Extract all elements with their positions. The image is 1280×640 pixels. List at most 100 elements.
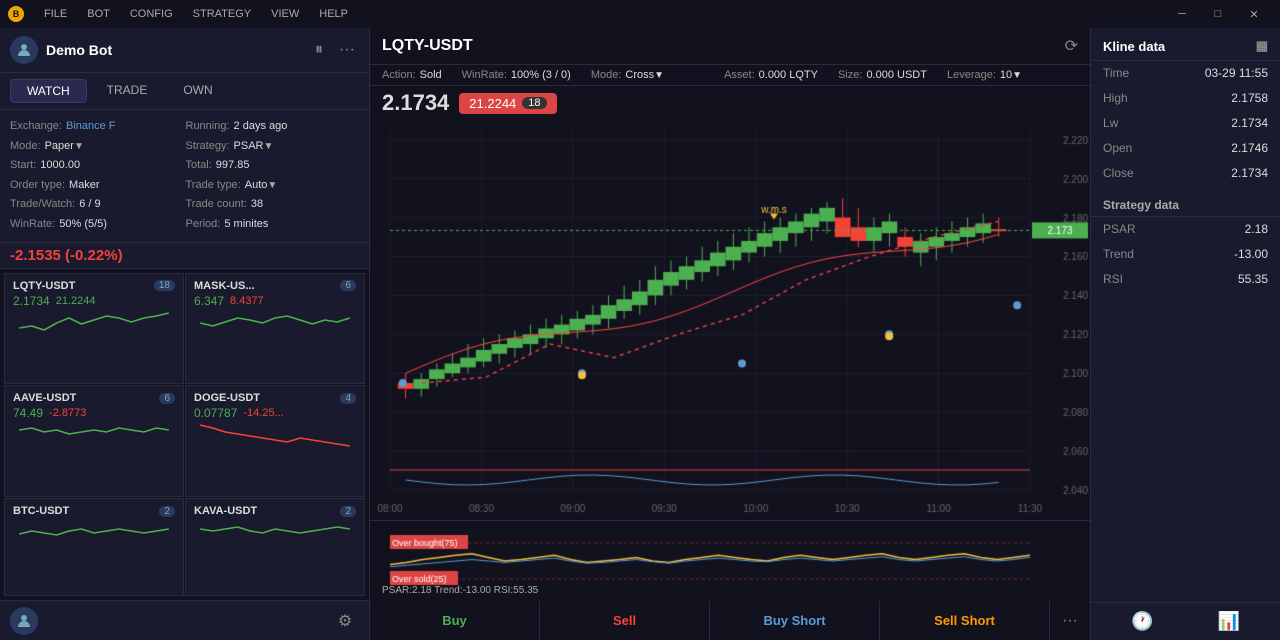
strategy-trend-value: -13.00 <box>1234 247 1268 261</box>
chart-stats: Action: Sold WinRate: 100% (3 / 0) Mode:… <box>370 65 1090 86</box>
close-value: 2.1734 <box>1231 166 1268 180</box>
more-actions-button[interactable]: ··· <box>1050 601 1090 640</box>
running-value: 2 days ago <box>234 118 288 136</box>
trade-watch-label: Trade/Watch: <box>10 196 75 214</box>
strategy-psar-value: 2.18 <box>1245 222 1268 236</box>
period-value: 5 minites <box>224 216 268 234</box>
watch-badge: 2 <box>340 506 356 517</box>
watch-symbol: AAVE-USDT <box>13 392 76 404</box>
watch-price: 6.347 <box>194 294 224 308</box>
kline-close-row: Close 2.1734 <box>1091 161 1280 186</box>
bot-header: Demo Bot ⏸ ··· <box>0 28 369 73</box>
bottom-bar: ⚙ <box>0 600 369 640</box>
settings-icon[interactable]: ⚙ <box>331 607 359 635</box>
lw-value: 2.1734 <box>1231 116 1268 130</box>
menu-bot[interactable]: BOT <box>83 6 114 22</box>
mode-label: Mode: <box>10 138 41 156</box>
chart-type-icon[interactable]: ▦ <box>1256 38 1268 54</box>
start-label: Start: <box>10 157 36 175</box>
order-type-value: Maker <box>69 177 100 195</box>
period-label: Period: <box>186 216 221 234</box>
watch-card[interactable]: KAVA-USDT 2 <box>185 498 365 596</box>
chart-winrate-label: WinRate: <box>462 69 507 81</box>
close-label: Close <box>1103 166 1134 180</box>
watch-card[interactable]: MASK-US... 6 6.347 8.4377 <box>185 273 365 385</box>
watch-card[interactable]: AAVE-USDT674.49-2.8773 <box>4 385 184 497</box>
psar-indicator: 21.2244 18 <box>459 93 556 114</box>
current-price: 2.1734 <box>382 90 449 116</box>
watch-badge: 4 <box>340 393 356 404</box>
exchange-value[interactable]: Binance F <box>66 118 116 136</box>
exchange-label: Exchange: <box>10 118 62 136</box>
start-value: 1000.00 <box>40 157 80 175</box>
price-display: 2.1734 21.2244 18 <box>370 86 1090 120</box>
sparkline <box>13 308 175 338</box>
strategy-psar-label: PSAR <box>1103 222 1136 236</box>
strategy-rsi-row: RSI 55.35 <box>1091 267 1280 292</box>
watch-card[interactable]: DOGE-USDT40.07787-14.25... <box>185 385 365 497</box>
sell-short-button[interactable]: Sell Short <box>880 601 1050 640</box>
watch-card[interactable]: BTC-USDT2 <box>4 498 184 596</box>
bot-pause-button[interactable]: ⏸ <box>311 39 327 61</box>
bot-info-grid: Exchange: Binance F Running: 2 days ago … <box>0 110 369 243</box>
tabs-bar: WATCH TRADE OWN <box>0 73 369 110</box>
close-button[interactable]: ✕ <box>1236 0 1272 28</box>
buy-short-button[interactable]: Buy Short <box>710 601 880 640</box>
order-type-label: Order type: <box>10 177 65 195</box>
tab-watch[interactable]: WATCH <box>10 79 87 103</box>
menu-help[interactable]: HELP <box>315 6 352 22</box>
menu-view[interactable]: VIEW <box>267 6 303 22</box>
tab-own[interactable]: OWN <box>167 79 228 103</box>
user-icon[interactable] <box>10 607 38 635</box>
total-label: Total: <box>186 157 212 175</box>
lw-label: Lw <box>1103 116 1118 130</box>
tab-trade[interactable]: TRADE <box>91 79 164 103</box>
watch-symbol: DOGE-USDT <box>194 392 260 404</box>
strategy-data-header: Strategy data <box>1091 190 1280 217</box>
maximize-button[interactable]: □ <box>1200 0 1236 28</box>
sell-button[interactable]: Sell <box>540 601 710 640</box>
high-label: High <box>1103 91 1128 105</box>
bot-more-button[interactable]: ··· <box>335 39 359 61</box>
sparkline <box>13 420 175 450</box>
size-label: Size: <box>838 69 862 81</box>
watch-badge: 6 <box>159 393 175 404</box>
menu-strategy[interactable]: STRATEGY <box>189 6 255 22</box>
trade-count-value: 38 <box>251 196 263 214</box>
high-value: 2.1758 <box>1231 91 1268 105</box>
menu-config[interactable]: CONFIG <box>126 6 177 22</box>
clock-icon[interactable]: 🕐 <box>1131 611 1153 632</box>
strategy-rsi-label: RSI <box>1103 272 1123 286</box>
trade-type-label: Trade type: <box>186 177 241 195</box>
strategy-trend-label: Trend <box>1103 247 1134 261</box>
chart-symbol: LQTY-USDT <box>382 37 473 55</box>
strategy-label: Strategy: <box>186 138 230 156</box>
asset-label: Asset: <box>724 69 755 81</box>
chart-icon[interactable]: 📊 <box>1218 611 1240 632</box>
minimize-button[interactable]: ─ <box>1164 0 1200 28</box>
action-label: Action: <box>382 69 416 81</box>
watch-symbol: KAVA-USDT <box>194 505 257 517</box>
psar-badge: 18 <box>522 97 546 109</box>
watch-badge: 6 <box>340 280 356 291</box>
trade-type-value: Auto▼ <box>245 177 278 195</box>
left-panel: Demo Bot ⏸ ··· WATCH TRADE OWN Exchange:… <box>0 28 370 640</box>
watch-change: 8.4377 <box>230 295 264 307</box>
chart-winrate-value: 100% (3 / 0) <box>511 69 571 81</box>
watch-card[interactable]: LQTY-USDT182.173421.2244 <box>4 273 184 385</box>
chart-area: LQTY-USDT ⟳ Action: Sold WinRate: 100% (… <box>370 28 1090 640</box>
open-value: 2.1746 <box>1231 141 1268 155</box>
watch-symbol: MASK-US... <box>194 280 255 292</box>
buy-button[interactable]: Buy <box>370 601 540 640</box>
watch-badge: 18 <box>154 280 175 291</box>
window-controls: ─ □ ✕ <box>1164 0 1272 28</box>
menu-bar: FILE BOT CONFIG STRATEGY VIEW HELP <box>40 6 352 22</box>
sparkline <box>194 420 356 450</box>
action-bar: Buy Sell Buy Short Sell Short ··· <box>370 600 1090 640</box>
watch-change: 21.2244 <box>56 295 96 307</box>
bot-avatar <box>10 36 38 64</box>
menu-file[interactable]: FILE <box>40 6 71 22</box>
trade-count-label: Trade count: <box>186 196 247 214</box>
candle-chart <box>370 120 1090 520</box>
refresh-button[interactable]: ⟳ <box>1065 36 1078 56</box>
